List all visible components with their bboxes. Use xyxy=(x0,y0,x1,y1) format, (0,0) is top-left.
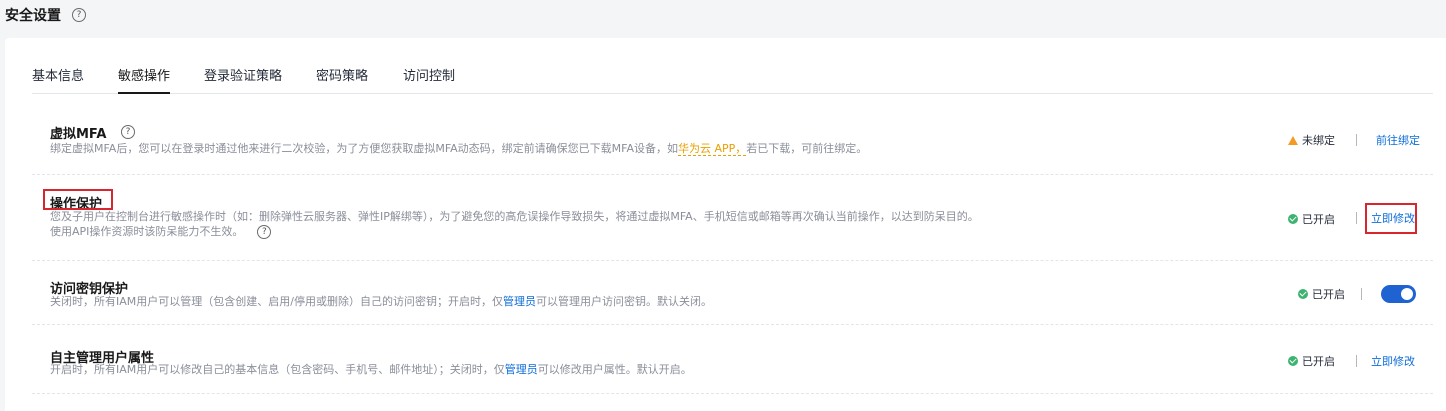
admin-link[interactable]: 管理员 xyxy=(503,295,536,308)
row-virtual-mfa: 虚拟MFA ? 绑定虚拟MFA后，您可以在登录时通过他来进行二次校验，为了方便您… xyxy=(32,108,1433,175)
row-description: 使用API操作资源时该防呆能力不生效。 ? xyxy=(50,224,272,239)
status-text: 未绑定 xyxy=(1302,134,1335,147)
status-text: 已开启 xyxy=(1302,213,1335,226)
status-badge: 已开启 xyxy=(1298,286,1345,302)
check-circle-icon xyxy=(1298,289,1308,299)
description-text: 若已下载，可前往绑定。 xyxy=(746,142,868,155)
description-text: 关闭时，所有IAM用户可以管理（包含创建、启用/停用或删除）自己的访问密钥；开启… xyxy=(50,295,503,308)
tab-sensitive-operations[interactable]: 敏感操作 xyxy=(118,65,171,94)
divider xyxy=(1356,212,1357,224)
status-text: 已开启 xyxy=(1302,355,1335,368)
description-text: 可以修改用户属性。默认开启。 xyxy=(537,363,692,376)
settings-card: 基本信息 敏感操作 登录验证策略 密码策略 访问控制 虚拟MFA ? 绑定虚拟M… xyxy=(5,38,1446,411)
status-text: 已开启 xyxy=(1312,288,1345,301)
tab-bar: 基本信息 敏感操作 登录验证策略 密码策略 访问控制 xyxy=(32,60,1433,94)
page-title: 安全设置 xyxy=(5,8,61,24)
row-description: 绑定虚拟MFA后，您可以在登录时通过他来进行二次校验，为了方便您获取虚拟MFA动… xyxy=(50,141,867,156)
check-circle-icon xyxy=(1288,214,1298,224)
status-badge: 未绑定 xyxy=(1288,132,1335,148)
tab-login-verification-policy[interactable]: 登录验证策略 xyxy=(204,65,282,84)
description-text: 绑定虚拟MFA后，您可以在登录时通过他来进行二次校验，为了方便您获取虚拟MFA动… xyxy=(50,142,678,155)
divider xyxy=(1356,355,1357,367)
row-access-key-protection: 访问密钥保护 关闭时，所有IAM用户可以管理（包含创建、启用/停用或删除）自己的… xyxy=(32,260,1433,325)
description-text: 您及子用户在控制台进行敏感操作时（如：删除弹性云服务器、弹性IP解绑等），为了避… xyxy=(50,210,979,223)
admin-link[interactable]: 管理员 xyxy=(505,363,538,376)
question-circle-icon[interactable]: ? xyxy=(72,8,86,22)
page-header: 安全设置 ? xyxy=(5,5,86,25)
tab-basic-info[interactable]: 基本信息 xyxy=(32,65,84,84)
status-badge: 已开启 xyxy=(1288,211,1335,227)
huawei-cloud-app-link[interactable]: 华为云 APP， xyxy=(678,142,747,156)
toggle-knob xyxy=(1401,288,1413,300)
check-circle-icon xyxy=(1288,356,1298,366)
highlight-box xyxy=(1365,203,1417,234)
go-bind-link[interactable]: 前往绑定 xyxy=(1376,132,1420,148)
status-badge: 已开启 xyxy=(1288,353,1335,369)
row-self-manage-attributes: 自主管理用户属性 开启时，所有IAM用户可以修改自己的基本信息（包含密码、手机号… xyxy=(32,324,1433,394)
question-circle-icon[interactable]: ? xyxy=(121,125,135,139)
row-title: 虚拟MFA xyxy=(50,127,107,142)
tab-access-control[interactable]: 访问控制 xyxy=(403,65,455,84)
row-description: 您及子用户在控制台进行敏感操作时（如：删除弹性云服务器、弹性IP解绑等），为了避… xyxy=(50,209,979,224)
row-description: 关闭时，所有IAM用户可以管理（包含创建、启用/停用或删除）自己的访问密钥；开启… xyxy=(50,294,712,309)
access-key-protection-toggle[interactable] xyxy=(1381,285,1416,303)
divider xyxy=(1361,288,1362,300)
description-text: 可以管理用户访问密钥。默认关闭。 xyxy=(535,295,712,308)
row-description: 开启时，所有IAM用户可以修改自己的基本信息（包含密码、手机号、邮件地址）；关闭… xyxy=(50,362,692,377)
question-circle-icon[interactable]: ? xyxy=(257,224,272,239)
divider xyxy=(1356,134,1357,146)
modify-now-link[interactable]: 立即修改 xyxy=(1371,353,1415,369)
description-text: 开启时，所有IAM用户可以修改自己的基本信息（包含密码、手机号、邮件地址）；关闭… xyxy=(50,363,505,376)
highlight-box xyxy=(43,189,113,210)
warning-triangle-icon xyxy=(1288,135,1298,145)
description-text: 使用API操作资源时该防呆能力不生效。 xyxy=(50,225,244,238)
tab-password-policy[interactable]: 密码策略 xyxy=(316,65,368,84)
row-operation-protection: 操作保护 您及子用户在控制台进行敏感操作时（如：删除弹性云服务器、弹性IP解绑等… xyxy=(32,174,1433,261)
